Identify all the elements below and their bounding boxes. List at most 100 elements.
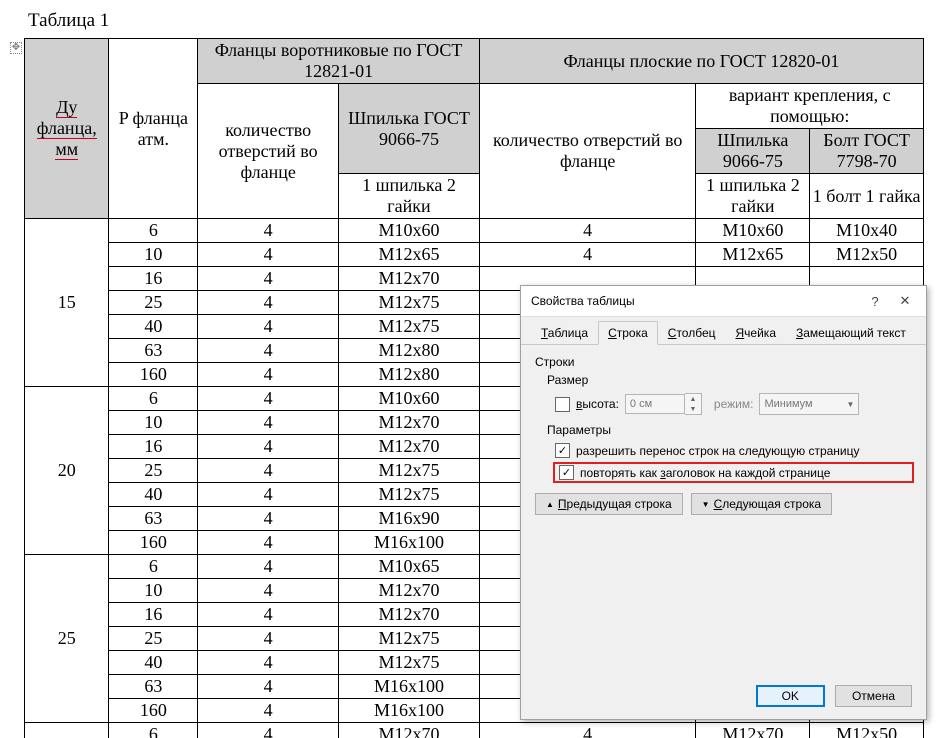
tab-2[interactable]: Столбец xyxy=(658,321,726,344)
triangle-up-icon: ▲ xyxy=(546,500,554,509)
dialog-tabs: ТаблицаСтрокаСтолбецЯчейкаЗамещающий тек… xyxy=(521,317,926,345)
cell-du xyxy=(25,723,109,738)
ok-button[interactable]: OK xyxy=(756,685,825,707)
cell: 4 xyxy=(198,435,339,459)
cell: 16 xyxy=(109,603,198,627)
tab-3[interactable]: Ячейка xyxy=(726,321,787,344)
allow-break-checkbox[interactable] xyxy=(555,443,570,458)
cell: 4 xyxy=(198,363,339,387)
cell: 4 xyxy=(198,651,339,675)
cell: М12х70 xyxy=(696,723,810,738)
cell: 4 xyxy=(198,555,339,579)
cell: 6 xyxy=(109,219,198,243)
cell: М12х75 xyxy=(339,291,480,315)
hdr-v2: Болт ГОСТ 7798-70 xyxy=(810,129,924,174)
cell: 4 xyxy=(198,315,339,339)
cell: 4 xyxy=(198,531,339,555)
cell: 4 xyxy=(479,219,696,243)
cell: 25 xyxy=(109,291,198,315)
repeat-header-checkbox[interactable] xyxy=(559,465,574,480)
table-anchor-icon[interactable]: ✥ xyxy=(10,42,22,54)
cancel-button[interactable]: Отмена xyxy=(835,685,912,707)
cell: М12х65 xyxy=(696,243,810,267)
spin-down-icon[interactable]: ▼ xyxy=(685,404,701,414)
cell: М12х75 xyxy=(339,459,480,483)
cell: М10х65 xyxy=(339,555,480,579)
cell: 4 xyxy=(198,339,339,363)
hdr-stud-sub: 1 шпилька 2 гайки xyxy=(339,174,480,219)
cell: 10 xyxy=(109,411,198,435)
hdr-v1: Шпилька 9066-75 xyxy=(696,129,810,174)
cell: 63 xyxy=(109,507,198,531)
cell-du: 15 xyxy=(25,219,109,387)
cell: 25 xyxy=(109,459,198,483)
cell: М12х70 xyxy=(339,435,480,459)
hdr-group2: Фланцы плоские по ГОСТ 12820-01 xyxy=(479,39,923,84)
cell: М10х40 xyxy=(810,219,924,243)
cell: М12х70 xyxy=(339,267,480,291)
cell: М16х100 xyxy=(339,675,480,699)
table-caption: Таблица 1 xyxy=(0,0,940,38)
height-spinner[interactable]: ▲▼ xyxy=(625,393,702,415)
cell: М10х60 xyxy=(339,387,480,411)
cell: М12х75 xyxy=(339,315,480,339)
cell: 6 xyxy=(109,555,198,579)
hdr-group1: Фланцы воротниковые по ГОСТ 12821-01 xyxy=(198,39,480,84)
cell: 16 xyxy=(109,267,198,291)
cell: 4 xyxy=(479,243,696,267)
next-row-button[interactable]: ▼Следующая строка xyxy=(691,493,832,515)
cell: 16 xyxy=(109,435,198,459)
cell: М12х50 xyxy=(810,723,924,738)
cell: М10х60 xyxy=(339,219,480,243)
cell: М12х80 xyxy=(339,339,480,363)
table-row: 1564М10х604М10х60М10х40 xyxy=(25,219,924,243)
height-label: высота: xyxy=(576,397,619,411)
cell: 4 xyxy=(198,411,339,435)
cell: М12х65 xyxy=(339,243,480,267)
repeat-header-label: повторять как заголовок на каждой страни… xyxy=(580,466,830,480)
cell: М12х70 xyxy=(339,603,480,627)
mode-select[interactable]: Минимум▼ xyxy=(759,393,859,415)
cell: 4 xyxy=(198,219,339,243)
cell: М12х75 xyxy=(339,627,480,651)
cell: М12х70 xyxy=(339,723,480,738)
tab-1[interactable]: Строка xyxy=(598,321,658,345)
dialog-titlebar[interactable]: Свойства таблицы ? ✕ xyxy=(521,286,926,317)
cell: М12х70 xyxy=(339,579,480,603)
group-size: Размер xyxy=(547,373,912,387)
cell: 4 xyxy=(198,459,339,483)
cell: 4 xyxy=(479,723,696,738)
help-icon[interactable]: ? xyxy=(860,287,890,315)
cell: 160 xyxy=(109,363,198,387)
height-checkbox[interactable] xyxy=(555,397,570,412)
cell: 4 xyxy=(198,387,339,411)
cell: 4 xyxy=(198,603,339,627)
table-row: 104М12х654М12х65М12х50 xyxy=(25,243,924,267)
cell: 4 xyxy=(198,723,339,738)
cell: 6 xyxy=(109,387,198,411)
cell: 4 xyxy=(198,291,339,315)
hdr-variant: вариант крепления, с помощью: xyxy=(696,84,924,129)
cell: 6 xyxy=(109,723,198,738)
group-rows: Строки xyxy=(535,355,912,369)
cell: М16х90 xyxy=(339,507,480,531)
prev-row-button[interactable]: ▲Предыдущая строка xyxy=(535,493,683,515)
cell: 25 xyxy=(109,627,198,651)
cell: М16х100 xyxy=(339,531,480,555)
spin-up-icon[interactable]: ▲ xyxy=(685,394,701,404)
cell: 10 xyxy=(109,243,198,267)
cell: 4 xyxy=(198,243,339,267)
cell: 40 xyxy=(109,483,198,507)
cell: 4 xyxy=(198,267,339,291)
hdr-stud: Шпилька ГОСТ 9066-75 xyxy=(339,84,480,174)
cell: М12х70 xyxy=(339,411,480,435)
cell-du: 25 xyxy=(25,555,109,723)
hdr-p: P фланца атм. xyxy=(109,39,198,219)
cell: 10 xyxy=(109,579,198,603)
hdr-v2-sub: 1 болт 1 гайка xyxy=(810,174,924,219)
cell: М12х75 xyxy=(339,651,480,675)
tab-0[interactable]: Таблица xyxy=(531,321,598,344)
mode-label: режим: xyxy=(714,397,754,411)
tab-4[interactable]: Замещающий текст xyxy=(786,321,916,344)
close-icon[interactable]: ✕ xyxy=(890,287,920,315)
